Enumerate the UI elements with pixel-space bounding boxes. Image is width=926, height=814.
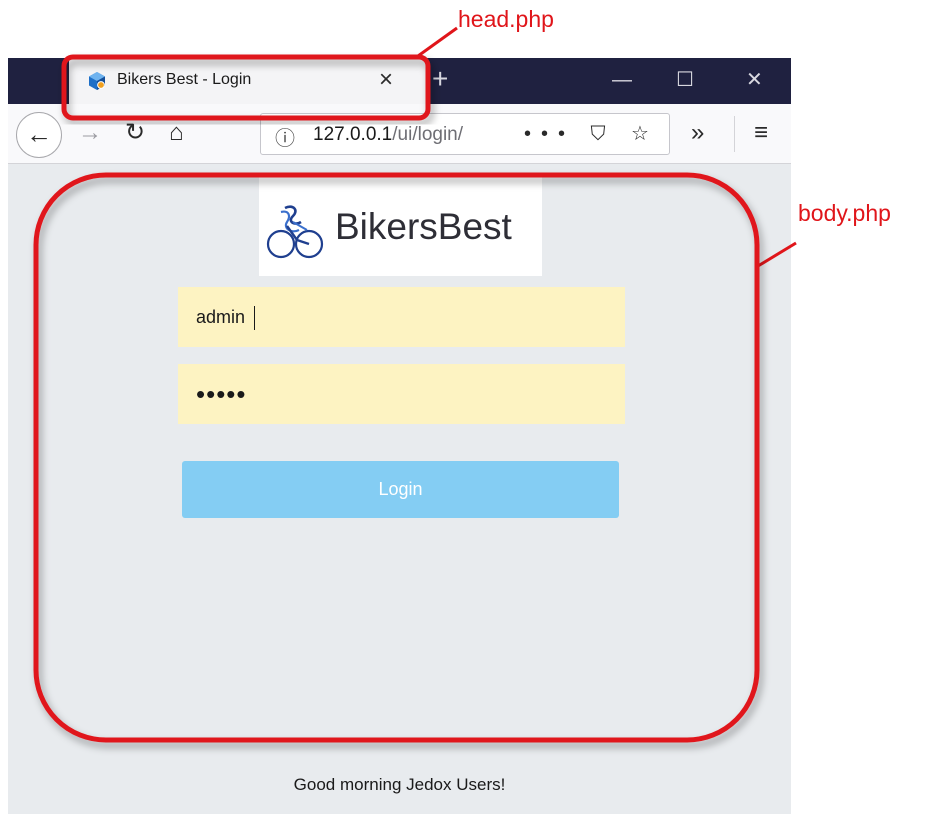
login-button[interactable]: Login xyxy=(182,461,619,518)
toolbar-separator xyxy=(734,116,735,152)
url-host: 127.0.0.1 xyxy=(313,124,393,145)
page-actions-icons[interactable]: ••• ⛉ ☆ xyxy=(524,120,659,148)
close-window-button[interactable]: ✕ xyxy=(746,67,763,93)
forward-button[interactable]: → xyxy=(78,118,102,148)
logo: BikersBest xyxy=(259,176,542,276)
password-input[interactable] xyxy=(178,364,625,424)
navigation-toolbar: ← → ↻ ⌂ ⓘ 127.0.0.1/ui/login/ ••• ⛉ ☆ » … xyxy=(8,104,791,164)
url-text: 127.0.0.1/ui/login/ xyxy=(313,124,463,146)
greeting-text: Good morning Jedox Users! xyxy=(293,775,506,794)
hamburger-menu-icon[interactable]: ≡ xyxy=(754,118,768,148)
back-button[interactable]: ← xyxy=(16,112,62,158)
url-bar[interactable]: ⓘ 127.0.0.1/ui/login/ ••• ⛉ ☆ xyxy=(260,113,670,155)
minimize-window-button[interactable]: — xyxy=(612,67,632,93)
toolbar-overflow-button[interactable]: » xyxy=(691,118,704,148)
cyclist-logo-icon xyxy=(266,205,324,259)
browser-tab[interactable]: Bikers Best - Login × xyxy=(69,58,426,104)
home-button[interactable]: ⌂ xyxy=(169,118,184,148)
tab-close-icon[interactable]: × xyxy=(379,66,393,94)
text-cursor xyxy=(254,306,255,330)
browser-window: Bikers Best - Login × + — ☐ ✕ ← → ↻ ⌂ ⓘ … xyxy=(8,58,791,814)
url-path: /ui/login/ xyxy=(392,124,464,145)
maximize-window-button[interactable]: ☐ xyxy=(676,67,694,93)
title-bar: Bikers Best - Login × + — ☐ ✕ xyxy=(8,58,791,104)
body-php-annotation: body.php xyxy=(798,200,891,226)
reload-button[interactable]: ↻ xyxy=(125,118,145,148)
logo-text: BikersBest xyxy=(335,206,512,247)
username-input[interactable] xyxy=(178,287,625,347)
tab-title: Bikers Best - Login xyxy=(117,71,252,88)
site-info-icon[interactable]: ⓘ xyxy=(275,122,295,151)
page-content: BikersBest ••••• Login Good morning Jedo… xyxy=(8,164,791,814)
new-tab-button[interactable]: + xyxy=(432,64,448,94)
head-php-annotation: head.php xyxy=(458,6,554,32)
jedox-cube-icon xyxy=(89,72,105,90)
head-php-pointer xyxy=(417,26,458,58)
